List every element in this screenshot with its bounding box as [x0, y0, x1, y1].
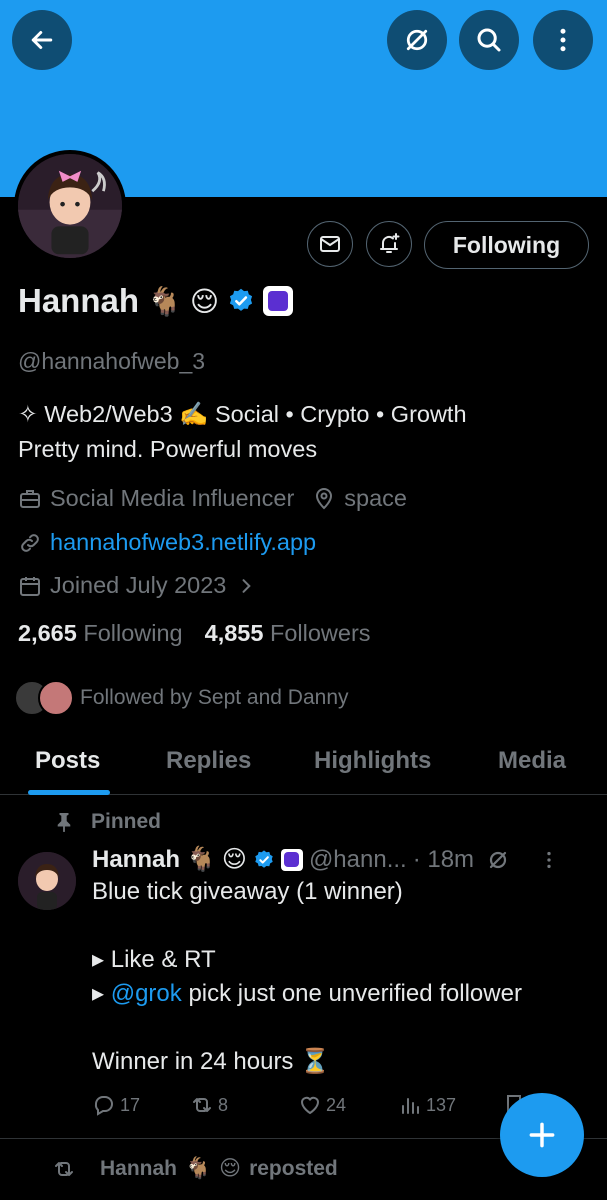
- tab-media[interactable]: Media: [498, 747, 566, 775]
- more-vertical-icon: [560, 28, 566, 52]
- heart-icon: [300, 1096, 320, 1115]
- following-button[interactable]: Following: [424, 221, 589, 269]
- grok-icon: [406, 29, 428, 51]
- arrow-left-icon: [31, 31, 53, 49]
- repost-author[interactable]: Hannah: [100, 1157, 177, 1181]
- active-tab-indicator: [28, 790, 110, 795]
- repost-button[interactable]: 8: [190, 1093, 228, 1117]
- search-button[interactable]: [459, 10, 519, 70]
- post-line: ▸ @grok pick just one unverified followe…: [92, 977, 592, 1011]
- briefcase-icon: [20, 489, 40, 508]
- tab-highlights[interactable]: Highlights: [314, 747, 431, 775]
- follower-avatar: [38, 680, 74, 716]
- affiliate-badge-icon[interactable]: [263, 286, 294, 316]
- calendar-icon: [20, 576, 40, 596]
- repost-count: 8: [218, 1094, 229, 1115]
- profile-category: Social Media Influencer: [50, 485, 295, 511]
- notifications-button[interactable]: [366, 221, 412, 267]
- post-header: Hannah 🐐 😌 @hann... · 18m: [92, 845, 560, 874]
- post-avatar[interactable]: [18, 852, 76, 910]
- post-line: Blue tick giveaway (1 winner): [92, 878, 403, 905]
- followed-by-text: Followed by Sept and Danny: [80, 686, 349, 709]
- bio-line-2: Pretty mind. Powerful moves: [18, 436, 318, 462]
- like-count: 24: [326, 1094, 347, 1115]
- grok-icon[interactable]: [486, 848, 510, 872]
- post-time: · 18m: [412, 845, 475, 873]
- pinned-indicator: Pinned: [55, 810, 161, 834]
- grok-button[interactable]: [387, 10, 447, 70]
- avatar-image: [18, 154, 122, 258]
- chevron-right-icon: [242, 578, 252, 593]
- tab-posts[interactable]: Posts: [35, 747, 100, 775]
- affiliate-badge-icon: [280, 848, 303, 871]
- more-options-button[interactable]: [533, 10, 593, 70]
- envelope-icon: [320, 236, 340, 252]
- bell-plus-icon: [380, 233, 400, 253]
- repost-indicator: Hannah 🐐 😌 reposted: [52, 1156, 338, 1181]
- profile-name: Hannah: [18, 282, 140, 319]
- goat-emoji: 🐐: [147, 285, 182, 317]
- following-label: Following: [83, 620, 183, 646]
- message-button[interactable]: [307, 221, 353, 267]
- profile-website-link[interactable]: hannahofweb3.netlify.app: [50, 529, 316, 556]
- relieved-emoji: 😌: [189, 285, 220, 317]
- avatar-image: [18, 852, 76, 910]
- reply-count: 17: [120, 1094, 141, 1115]
- profile-location: space: [344, 485, 407, 511]
- grok-mention-link[interactable]: @grok: [111, 980, 182, 1007]
- views-count: 137: [426, 1094, 457, 1115]
- following-stat[interactable]: 2,665 Following: [18, 620, 183, 647]
- more-vertical-icon[interactable]: [538, 849, 560, 871]
- verified-badge-icon[interactable]: [227, 287, 255, 315]
- plus-icon: [529, 1122, 555, 1148]
- avatar[interactable]: [14, 150, 126, 262]
- views-button[interactable]: 137: [398, 1093, 456, 1117]
- post-line-text: pick just one unverified follower: [181, 980, 522, 1007]
- profile-name-row: Hannah 🐐 😌: [18, 282, 294, 320]
- relieved-emoji: 😌: [221, 846, 247, 873]
- profile-handle: @hannahofweb_3: [18, 348, 206, 374]
- post-line: ▸ Like & RT: [92, 946, 216, 973]
- back-button[interactable]: [12, 10, 72, 70]
- profile-website-row: hannahofweb3.netlify.app: [18, 529, 316, 556]
- like-button[interactable]: 24: [298, 1093, 346, 1117]
- goat-emoji: 🐐: [185, 1156, 212, 1180]
- profile-bio: ✧ Web2/Web3 ✍️ Social • Crypto • Growth …: [18, 397, 598, 467]
- repost-icon: [55, 1161, 73, 1176]
- post-author-handle: @hann...: [308, 845, 407, 873]
- tab-replies[interactable]: Replies: [166, 747, 251, 775]
- search-icon: [477, 28, 501, 52]
- followers-label: Followers: [269, 620, 371, 646]
- pin-icon: [57, 813, 71, 832]
- post-line: Winner in 24 hours ⏳: [92, 1048, 330, 1075]
- repost-icon: [193, 1098, 211, 1112]
- verified-badge-icon: [255, 849, 273, 868]
- post-line-prefix: ▸: [92, 980, 111, 1007]
- relieved-emoji: 😌: [219, 1157, 242, 1180]
- followers-count: 4,855: [204, 620, 264, 646]
- compose-post-button[interactable]: [500, 1093, 584, 1177]
- reply-icon: [94, 1096, 113, 1116]
- followers-stat[interactable]: 4,855 Followers: [205, 620, 371, 647]
- post-author-name[interactable]: Hannah: [92, 846, 180, 874]
- goat-emoji: 🐐: [186, 846, 216, 873]
- post-body: Blue tick giveaway (1 winner) ▸ Like & R…: [92, 875, 592, 1079]
- reply-button[interactable]: 17: [92, 1093, 140, 1117]
- followed-by-row[interactable]: Followed by Sept and Danny: [14, 680, 349, 716]
- bio-line-1: ✧ Web2/Web3 ✍️ Social • Crypto • Growth: [18, 401, 467, 427]
- location-icon: [316, 487, 333, 509]
- link-icon: [21, 533, 39, 552]
- profile-tabs: Posts Replies Highlights Media: [0, 735, 607, 795]
- following-count: 2,665: [18, 620, 77, 646]
- profile-stats: 2,665 Following 4,855 Followers: [18, 620, 371, 647]
- reposted-label: reposted: [249, 1156, 338, 1180]
- profile-joined-date: Joined July 2023: [50, 572, 227, 598]
- bar-chart-icon: [402, 1098, 419, 1114]
- pinned-label: Pinned: [91, 810, 162, 833]
- profile-joined-row[interactable]: Joined July 2023: [18, 572, 264, 599]
- profile-meta-row: Social Media Influencer space: [18, 485, 407, 512]
